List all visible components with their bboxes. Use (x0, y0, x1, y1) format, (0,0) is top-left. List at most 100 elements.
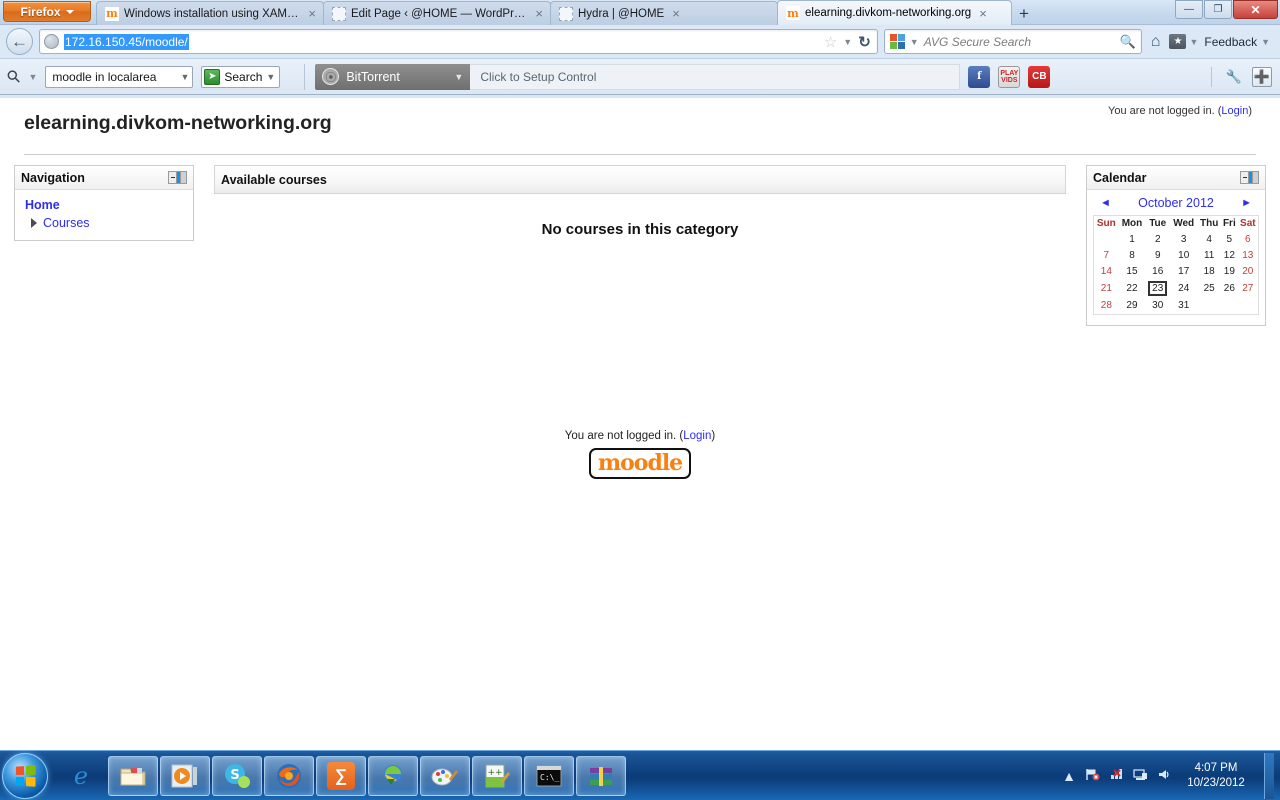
tab-hydra[interactable]: Hydra | @HOME × (550, 1, 778, 25)
footer-login-link[interactable]: Login (683, 430, 711, 442)
chevron-down-icon[interactable]: ▼ (28, 72, 37, 82)
back-button[interactable]: ← (6, 28, 33, 55)
calendar-month-label[interactable]: October 2012 (1138, 196, 1214, 210)
calendar-day[interactable]: 6 (1238, 231, 1259, 247)
calendar-day[interactable]: 16 (1145, 263, 1170, 279)
bittorrent-setup-field[interactable]: Click to Setup Control (470, 63, 961, 90)
calendar-day-today[interactable]: 23 (1145, 279, 1170, 298)
search-input[interactable]: AVG Secure Search (924, 35, 1115, 49)
network-error-icon[interactable] (1109, 767, 1124, 785)
calendar-day[interactable]: 24 (1170, 279, 1197, 298)
calendar-day[interactable]: 3 (1170, 231, 1197, 247)
taskbar-item-idm[interactable] (368, 755, 418, 796)
action-center-icon[interactable] (1085, 767, 1100, 785)
tab-close-icon[interactable]: × (976, 7, 990, 20)
search-icon[interactable]: 🔍 (1120, 34, 1136, 50)
nav-item-courses-row[interactable]: Courses (25, 216, 183, 230)
calendar-day[interactable]: 29 (1119, 298, 1146, 314)
magnifier-icon[interactable]: ⚲ (3, 65, 26, 88)
nav-item-courses[interactable]: Courses (43, 216, 90, 230)
search-bar[interactable]: ▼ AVG Secure Search 🔍 (883, 29, 1142, 54)
expand-triangle-icon[interactable] (31, 218, 37, 228)
taskbar-item-firefox[interactable] (264, 755, 314, 796)
calendar-day[interactable]: 13 (1238, 247, 1259, 263)
moodle-logo[interactable]: moodle (588, 448, 692, 479)
restore-button[interactable]: ❐ (1204, 0, 1232, 19)
url-text[interactable]: 172.16.150.45/moodle/ (64, 33, 189, 50)
url-bar[interactable]: 172.16.150.45/moodle/ ☆ ▼ ↻ (39, 29, 878, 54)
calendar-day[interactable]: 21 (1094, 279, 1119, 298)
block-dock-controls[interactable] (1240, 171, 1259, 184)
calendar-day[interactable]: 26 (1221, 279, 1238, 298)
taskbar-clock[interactable]: 4:07 PM 10/23/2012 (1181, 761, 1251, 791)
calendar-day[interactable]: 17 (1170, 263, 1197, 279)
bookmarks-button[interactable]: ★ ▼ (1169, 34, 1198, 49)
calendar-prev-month-button[interactable]: ◄ (1100, 197, 1111, 209)
taskbar-item-skype[interactable]: S (212, 755, 262, 796)
calendar-day[interactable]: 10 (1170, 247, 1197, 263)
bittorrent-brand-button[interactable]: ⦿ BitTorrent ▼ (315, 63, 471, 90)
reload-icon[interactable]: ↻ (858, 33, 871, 51)
calendar-day[interactable]: 8 (1119, 247, 1146, 263)
show-hidden-icons-button[interactable]: ▲ (1062, 768, 1076, 784)
calendar-day[interactable]: 4 (1197, 231, 1221, 247)
hide-block-icon[interactable] (1240, 171, 1259, 184)
show-desktop-button[interactable] (1264, 752, 1274, 799)
new-tab-button[interactable]: + (1011, 3, 1037, 25)
volume-icon[interactable] (1157, 767, 1172, 785)
calendar-day[interactable]: 22 (1119, 279, 1146, 298)
tab-elearning-active[interactable]: m elearning.divkom-networking.org × (777, 0, 1012, 25)
home-icon[interactable]: ⌂ (1148, 33, 1164, 51)
calendar-day[interactable]: 31 (1170, 298, 1197, 314)
wrench-icon[interactable]: 🔧 (1224, 67, 1244, 87)
calendar-day[interactable]: 1 (1119, 231, 1146, 247)
calendar-day[interactable]: 28 (1094, 298, 1119, 314)
taskbar-item-cmd[interactable]: C:\_ (524, 755, 574, 796)
calendar-day[interactable]: 25 (1197, 279, 1221, 298)
nav-item-home[interactable]: Home (25, 198, 183, 212)
close-button[interactable]: ✕ (1233, 0, 1278, 19)
taskbar-item-explorer[interactable] (108, 755, 158, 796)
avg-search-input[interactable]: moodle in localarea ▼ (45, 65, 194, 88)
calendar-day[interactable]: 27 (1238, 279, 1259, 298)
plus-box-icon[interactable]: ➕ (1252, 66, 1272, 87)
calendar-day[interactable]: 18 (1197, 263, 1221, 279)
calendar-day[interactable]: 30 (1145, 298, 1170, 314)
calendar-day[interactable]: 7 (1094, 247, 1119, 263)
playvids-button[interactable]: PLAY VIDS (998, 65, 1021, 88)
bookmark-star-icon[interactable]: ☆ (824, 33, 837, 51)
taskbar-item-xampp[interactable]: ∑ (316, 755, 366, 796)
calendar-day[interactable]: 11 (1197, 247, 1221, 263)
start-button[interactable] (2, 752, 48, 799)
calendar-day[interactable]: 12 (1221, 247, 1238, 263)
calendar-day[interactable]: 2 (1145, 231, 1170, 247)
taskbar-item-internet-explorer[interactable]: e (56, 756, 106, 796)
tab-xampp[interactable]: m Windows installation using XAMPP - ...… (96, 1, 324, 25)
cb-button[interactable]: CB (1028, 65, 1051, 88)
network-icon[interactable] (1133, 767, 1148, 785)
calendar-day[interactable]: 9 (1145, 247, 1170, 263)
hide-block-icon[interactable] (168, 171, 187, 184)
calendar-day[interactable]: 19 (1221, 263, 1238, 279)
avg-search-button[interactable]: ➤ Search ▼ (201, 65, 281, 88)
taskbar-item-media-player[interactable] (160, 755, 210, 796)
tab-close-icon[interactable]: × (305, 7, 319, 20)
login-link[interactable]: Login (1221, 105, 1248, 117)
calendar-next-month-button[interactable]: ► (1241, 197, 1252, 209)
tab-wordpress[interactable]: Edit Page ‹ @HOME — WordPress × (323, 1, 551, 25)
firefox-menu-button[interactable]: Firefox (3, 1, 91, 22)
feedback-button[interactable]: Feedback ▼ (1204, 35, 1274, 49)
calendar-day[interactable]: 5 (1221, 231, 1238, 247)
chevron-down-icon[interactable]: ▼ (843, 37, 852, 47)
calendar-day[interactable]: 14 (1094, 263, 1119, 279)
block-dock-controls[interactable] (168, 171, 187, 184)
taskbar-item-paint[interactable] (420, 755, 470, 796)
calendar-day[interactable]: 20 (1238, 263, 1259, 279)
tab-close-icon[interactable]: × (669, 7, 683, 20)
taskbar-item-winrar[interactable] (576, 755, 626, 796)
calendar-day[interactable]: 15 (1119, 263, 1146, 279)
facebook-button[interactable]: f (968, 65, 991, 88)
chevron-down-icon[interactable]: ▼ (910, 37, 919, 47)
minimize-button[interactable]: — (1175, 0, 1203, 19)
taskbar-item-notepadpp[interactable]: ++ (472, 755, 522, 796)
